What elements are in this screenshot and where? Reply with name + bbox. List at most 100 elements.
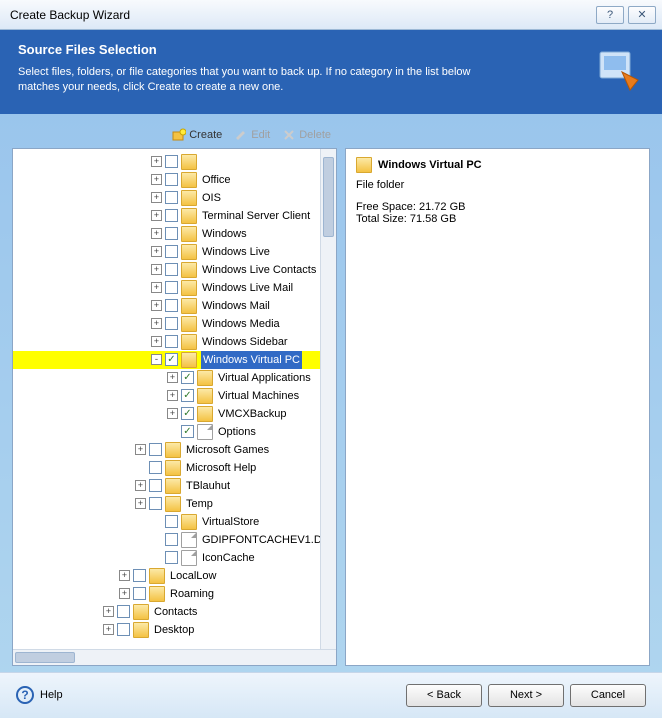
tree-row[interactable]: + Windows Media: [13, 315, 336, 333]
expand-icon[interactable]: +: [151, 336, 162, 347]
expand-icon[interactable]: +: [151, 228, 162, 239]
expand-icon[interactable]: +: [167, 372, 178, 383]
file-icon: [181, 550, 197, 566]
delete-button: Delete: [278, 126, 335, 144]
next-button[interactable]: Next >: [488, 684, 564, 707]
tree-row[interactable]: +Windows Live: [13, 243, 336, 261]
tree-row[interactable]: +Windows Mail: [13, 297, 336, 315]
expand-icon[interactable]: +: [103, 606, 114, 617]
folder-icon: [181, 316, 197, 332]
expand-icon[interactable]: +: [119, 588, 130, 599]
expand-icon[interactable]: +: [151, 246, 162, 257]
checkbox[interactable]: [149, 443, 162, 456]
expand-icon[interactable]: +: [151, 210, 162, 221]
tree-label: Windows Virtual PC: [201, 351, 302, 369]
expand-icon[interactable]: +: [103, 624, 114, 635]
tree-row[interactable]: +Office: [13, 171, 336, 189]
checkbox[interactable]: [181, 407, 194, 420]
expand-icon[interactable]: +: [151, 300, 162, 311]
tree-row[interactable]: +Roaming: [13, 585, 336, 603]
tree-row[interactable]: +Virtual Machines: [13, 387, 336, 405]
tree-row[interactable]: +Windows: [13, 225, 336, 243]
help-button[interactable]: ?: [596, 6, 624, 24]
tree-row[interactable]: +Microsoft Games: [13, 441, 336, 459]
checkbox[interactable]: [165, 155, 178, 168]
checkbox[interactable]: [165, 191, 178, 204]
checkbox[interactable]: [117, 605, 130, 618]
folder-icon: [149, 568, 165, 584]
folder-tree[interactable]: ++Office+OIS+Terminal Server Client+Wind…: [13, 149, 336, 643]
tree-label: GDIPFONTCACHEV1.DAT: [201, 531, 336, 549]
expand-icon[interactable]: +: [135, 480, 146, 491]
checkbox[interactable]: [133, 587, 146, 600]
tree-row[interactable]: +TBlauhut: [13, 477, 336, 495]
spacer: [151, 534, 162, 545]
expand-icon[interactable]: +: [135, 498, 146, 509]
help-link[interactable]: ? Help: [16, 686, 63, 704]
tree-row[interactable]: +Windows Sidebar: [13, 333, 336, 351]
create-button[interactable]: Create: [168, 126, 226, 144]
tree-row[interactable]: IconCache: [13, 549, 336, 567]
tree-row[interactable]: +VMCXBackup: [13, 405, 336, 423]
tree-row[interactable]: +Temp: [13, 495, 336, 513]
vertical-scrollbar[interactable]: [320, 149, 336, 649]
tree-row[interactable]: +LocalLow: [13, 567, 336, 585]
folder-icon: [133, 622, 149, 638]
checkbox[interactable]: [181, 425, 194, 438]
checkbox[interactable]: [181, 371, 194, 384]
expand-icon[interactable]: +: [151, 282, 162, 293]
tree-row[interactable]: Options: [13, 423, 336, 441]
tree-row[interactable]: GDIPFONTCACHEV1.DAT: [13, 531, 336, 549]
horizontal-scrollbar[interactable]: [13, 649, 336, 665]
tree-pane[interactable]: ++Office+OIS+Terminal Server Client+Wind…: [12, 148, 337, 666]
tree-row[interactable]: +Desktop: [13, 621, 336, 639]
checkbox[interactable]: [165, 317, 178, 330]
checkbox[interactable]: [165, 281, 178, 294]
checkbox[interactable]: [165, 263, 178, 276]
folder-icon: [181, 280, 197, 296]
checkbox[interactable]: [165, 551, 178, 564]
tree-row[interactable]: Microsoft Help: [13, 459, 336, 477]
folder-icon: [181, 244, 197, 260]
checkbox[interactable]: [165, 533, 178, 546]
collapse-icon[interactable]: -: [151, 354, 162, 365]
checkbox[interactable]: [165, 515, 178, 528]
tree-row[interactable]: +: [13, 153, 336, 171]
expand-icon[interactable]: +: [151, 174, 162, 185]
checkbox[interactable]: [165, 227, 178, 240]
close-button[interactable]: ✕: [628, 6, 656, 24]
tree-row[interactable]: +Contacts: [13, 603, 336, 621]
expand-icon[interactable]: +: [151, 264, 162, 275]
details-total-size: Total Size: 71.58 GB: [356, 213, 639, 225]
details-type: File folder: [356, 179, 639, 191]
checkbox[interactable]: [165, 173, 178, 186]
checkbox[interactable]: [117, 623, 130, 636]
expand-icon[interactable]: +: [151, 156, 162, 167]
expand-icon[interactable]: +: [151, 192, 162, 203]
back-button[interactable]: < Back: [406, 684, 482, 707]
checkbox[interactable]: [165, 209, 178, 222]
checkbox[interactable]: [165, 299, 178, 312]
tree-row[interactable]: +Windows Live Contacts: [13, 261, 336, 279]
tree-row[interactable]: +Windows Live Mail: [13, 279, 336, 297]
expand-icon[interactable]: +: [167, 408, 178, 419]
cancel-button[interactable]: Cancel: [570, 684, 646, 707]
checkbox[interactable]: [149, 479, 162, 492]
checkbox[interactable]: [149, 461, 162, 474]
checkbox[interactable]: [181, 389, 194, 402]
expand-icon[interactable]: +: [135, 444, 146, 455]
checkbox[interactable]: [165, 335, 178, 348]
checkbox[interactable]: [133, 569, 146, 582]
checkbox[interactable]: [165, 245, 178, 258]
checkbox[interactable]: [165, 353, 178, 366]
tree-row[interactable]: - Windows Virtual PC: [13, 351, 336, 369]
expand-icon[interactable]: +: [167, 390, 178, 401]
expand-icon[interactable]: +: [151, 318, 162, 329]
tree-row[interactable]: VirtualStore: [13, 513, 336, 531]
tree-row[interactable]: +Virtual Applications: [13, 369, 336, 387]
expand-icon[interactable]: +: [119, 570, 130, 581]
checkbox[interactable]: [149, 497, 162, 510]
tree-label: Windows Media: [201, 315, 281, 333]
tree-row[interactable]: +Terminal Server Client: [13, 207, 336, 225]
tree-row[interactable]: +OIS: [13, 189, 336, 207]
